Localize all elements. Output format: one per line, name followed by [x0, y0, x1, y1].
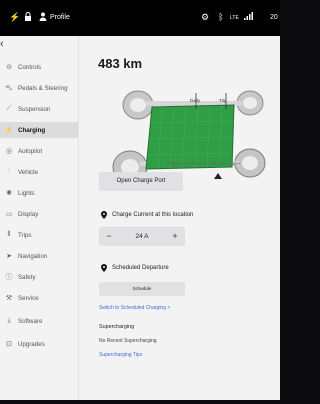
signal-label: LTE — [230, 15, 239, 21]
bulb-icon: ✺ — [6, 190, 12, 197]
sidebar-item-label: Pedals & Steering — [18, 84, 68, 92]
sidebar-item-controls[interactable]: ⊝ Controls — [0, 59, 78, 75]
sidebar-item-label: Autopilot — [18, 147, 43, 155]
bolt-icon[interactable]: ⚡ — [9, 12, 20, 22]
trips-icon: ⫴ — [7, 231, 11, 238]
sidebar-item-lights[interactable]: ✺ Lights — [0, 185, 78, 201]
sidebar-item-label: Charging — [18, 126, 46, 134]
sidebar-item-suspension[interactable]: ⟋ Suspension — [0, 101, 78, 117]
signal-icon — [243, 12, 253, 22]
sidebar-item-safety[interactable]: ⓘ Safety — [0, 269, 78, 285]
wrench-icon: ⚒ — [5, 295, 13, 302]
back-icon[interactable]: ‹ — [0, 38, 10, 50]
open-charge-port-button[interactable]: Open Charge Port — [99, 172, 183, 191]
sidebar-item-label: Suspension — [18, 105, 51, 113]
sidebar-item-navigation[interactable]: ➤ Navigation — [0, 248, 78, 264]
range-display: 483 km — [98, 56, 143, 71]
navigation-icon: ➤ — [6, 253, 12, 260]
status-bar: ⚡ Profile ⚙ ᛒ LTE 20 — [0, 0, 280, 36]
sidebar-item-software[interactable]: ⤓ Software — [0, 313, 78, 329]
sidebar-item-label: Software — [18, 317, 43, 325]
sidebar-item-upgrades[interactable]: ⊡ Upgrades — [0, 336, 78, 352]
sidebar-item-label: Upgrades — [18, 340, 45, 348]
safety-icon: ⓘ — [5, 274, 13, 281]
charge-limit-marker[interactable] — [214, 173, 222, 179]
trip-label: Trip — [219, 98, 227, 103]
bottom-bezel — [0, 400, 280, 404]
scheduled-departure-label: Scheduled Departure — [112, 265, 169, 271]
download-icon: ⤓ — [7, 317, 11, 324]
settings-sidebar: ‹ ⊝ Controls ⛍ Pedals & Steering ⟋ Suspe… — [0, 36, 78, 400]
sidebar-divider — [78, 36, 79, 400]
daily-label: Daily — [190, 98, 201, 103]
sidebar-item-trips[interactable]: ⫴ Trips — [0, 227, 78, 243]
sidebar-item-label: Controls — [18, 63, 42, 71]
scheduled-departure-row: Scheduled Departure — [100, 264, 169, 272]
sidebar-item-label: Safety — [18, 273, 36, 281]
car-icon: ⛍ — [5, 84, 13, 92]
sidebar-item-autopilot[interactable]: ◎ Autopilot — [0, 143, 78, 159]
sidebar-item-label: Navigation — [18, 252, 48, 260]
charge-current-stepper: − 24 A + — [99, 227, 185, 246]
schedule-button[interactable]: Schedule — [99, 282, 185, 296]
time-label: 20 — [270, 14, 278, 21]
lock-icon[interactable] — [23, 12, 33, 22]
switch-scheduled-charging-link[interactable]: Switch to Scheduled Charging > — [99, 305, 170, 311]
no-recent-supercharging: No Recent Supercharging — [99, 338, 157, 344]
charge-current-value: 24 A — [135, 233, 149, 240]
bluetooth-icon: ᛒ — [218, 12, 224, 22]
sidebar-item-label: Display — [18, 210, 39, 218]
charge-limit-hint: Charging to this level will take longer — [165, 161, 241, 166]
profile-label[interactable]: Profile — [50, 14, 70, 22]
sidebar-item-display[interactable]: ▭ Display — [0, 206, 78, 222]
sidebar-item-label: Trips — [18, 231, 32, 239]
supercharging-title: Supercharging — [99, 324, 135, 330]
bolt-icon: ⚡ — [4, 127, 14, 134]
sidebar-item-vehicle[interactable]: ⫶ Vehicle — [0, 164, 78, 180]
sidebar-item-label: Vehicle — [18, 168, 38, 176]
gear-icon[interactable]: ⚙ — [200, 12, 210, 22]
location-pin-icon — [100, 211, 108, 219]
vehicle-icon: ⫶ — [8, 168, 10, 175]
steering-wheel-icon: ◎ — [5, 148, 13, 155]
charge-current-label: Charge Current at this location — [112, 212, 194, 218]
lock-icon: ⊡ — [6, 341, 12, 348]
person-icon[interactable] — [38, 12, 48, 22]
charge-current-label-row: Charge Current at this location — [100, 211, 193, 219]
sidebar-item-charging[interactable]: ⚡ Charging — [0, 122, 78, 138]
sidebar-item-service[interactable]: ⚒ Service — [0, 290, 78, 306]
toggle-icon: ⊝ — [6, 64, 12, 71]
supercharging-tips-link[interactable]: Supercharging Tips — [99, 352, 142, 358]
sidebar-item-label: Service — [18, 294, 39, 302]
display-icon: ▭ — [5, 211, 13, 218]
charging-panel: 483 km Daily Trip Charging to this level… — [88, 36, 280, 400]
sidebar-item-label: Lights — [18, 189, 35, 197]
settings-screen: ‹ ⊝ Controls ⛍ Pedals & Steering ⟋ Suspe… — [0, 36, 280, 400]
sidebar-item-pedals-steering[interactable]: ⛍ Pedals & Steering — [0, 80, 78, 96]
increase-current-button[interactable]: + — [167, 227, 183, 246]
suspension-icon: ⟋ — [6, 105, 12, 112]
location-pin-icon — [100, 264, 108, 272]
